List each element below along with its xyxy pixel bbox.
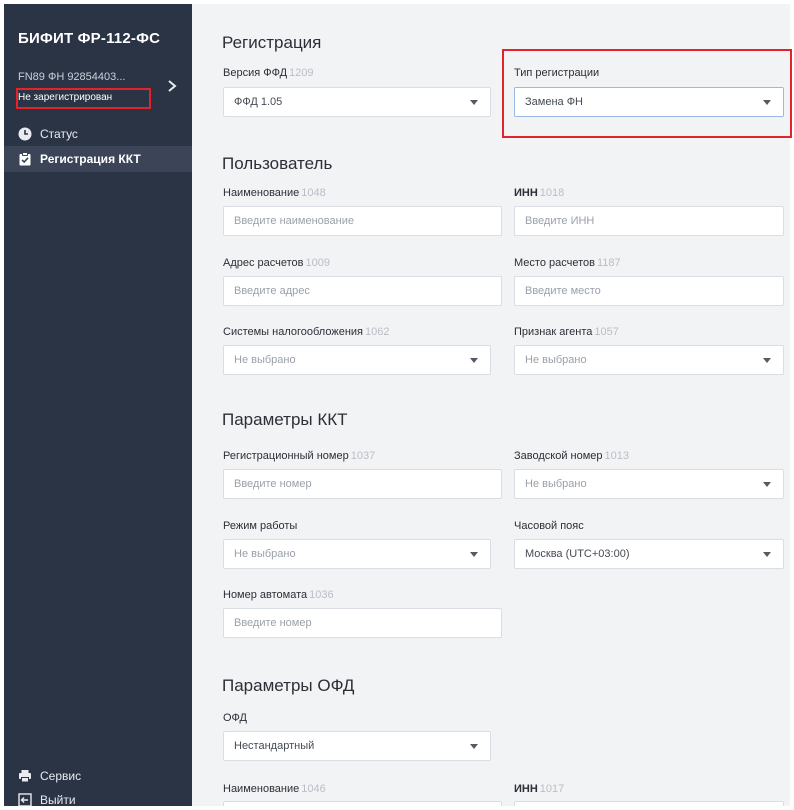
ffd-version-value: ФФД 1.05 [234,96,283,108]
sidebar-item-label: Статус [40,127,78,141]
ofd-inn-label: ИНН 1017 [514,783,565,795]
chevron-down-icon [470,552,478,557]
machine-number-input[interactable]: Введите номер [223,608,502,638]
user-inn-label: ИНН 1018 [514,187,565,199]
chevron-down-icon [763,482,771,487]
sidebar-item-service[interactable]: Сервис [4,763,192,789]
ofd-select[interactable]: Нестандартный [223,731,491,761]
ofd-inn-input[interactable] [514,801,784,806]
payment-address-input[interactable]: Введите адрес [223,276,502,306]
tax-system-select[interactable]: Не выбрано [223,345,491,375]
chevron-down-icon [763,552,771,557]
ofd-label: ОФД [223,712,248,724]
tax-system-label: Системы налогообложения 1062 [223,326,390,338]
timezone-select[interactable]: Москва (UTC+03:00) [514,539,784,569]
device-id: FN89 ФН 92854403... [18,71,126,83]
chevron-right-icon [168,80,177,92]
section-title-user: Пользователь [222,154,333,173]
payment-place-input[interactable]: Введите место [514,276,784,306]
sidebar-item-status[interactable]: Статус [4,121,192,147]
device-model-title: БИФИТ ФР-112-ФС [18,30,161,47]
logout-icon [18,793,32,806]
clock-icon [18,127,32,141]
section-title-kkt: Параметры ККТ [222,410,348,429]
chevron-down-icon [470,744,478,749]
chevron-down-icon [470,358,478,363]
ofd-name-label: Наименование 1046 [223,783,326,795]
ffd-version-label: Версия ФФД 1209 [223,67,314,79]
agent-sign-select[interactable]: Не выбрано [514,345,784,375]
user-inn-input[interactable]: Введите ИНН [514,206,784,236]
sidebar-item-logout[interactable]: Выйти [4,787,192,806]
chevron-down-icon [470,100,478,105]
chevron-down-icon [763,358,771,363]
user-name-input[interactable]: Введите наименование [223,206,502,236]
timezone-label: Часовой пояс [514,520,584,532]
serial-number-select[interactable]: Не выбрано [514,469,784,499]
payment-address-label: Адрес расчетов 1009 [223,257,331,269]
sidebar-item-label: Регистрация ККТ [40,152,141,166]
section-title-registration: Регистрация [222,33,322,52]
machine-number-label: Номер автомата 1036 [223,589,334,601]
reg-number-input[interactable]: Введите номер [223,469,502,499]
work-mode-label: Режим работы [223,520,298,532]
clipboard-check-icon [19,152,31,166]
sidebar-item-kkt-registration[interactable]: Регистрация ККТ [4,146,192,172]
sidebar: БИФИТ ФР-112-ФС FN89 ФН 92854403... Не з… [4,4,192,806]
work-mode-select[interactable]: Не выбрано [223,539,491,569]
highlight-box-status [16,88,151,109]
serial-number-label: Заводской номер 1013 [514,450,630,462]
ffd-version-select[interactable]: ФФД 1.05 [223,87,491,117]
sidebar-item-label: Выйти [40,793,76,806]
ofd-name-input[interactable] [223,801,502,806]
highlight-box-registration-type [502,49,792,138]
payment-place-label: Место расчетов 1187 [514,257,621,269]
section-title-ofd: Параметры ОФД [222,676,355,695]
reg-number-label: Регистрационный номер 1037 [223,450,376,462]
user-name-label: Наименование 1048 [223,187,326,199]
printer-icon [19,770,31,783]
agent-sign-label: Признак агента 1057 [514,326,619,338]
sidebar-item-label: Сервис [40,769,82,783]
